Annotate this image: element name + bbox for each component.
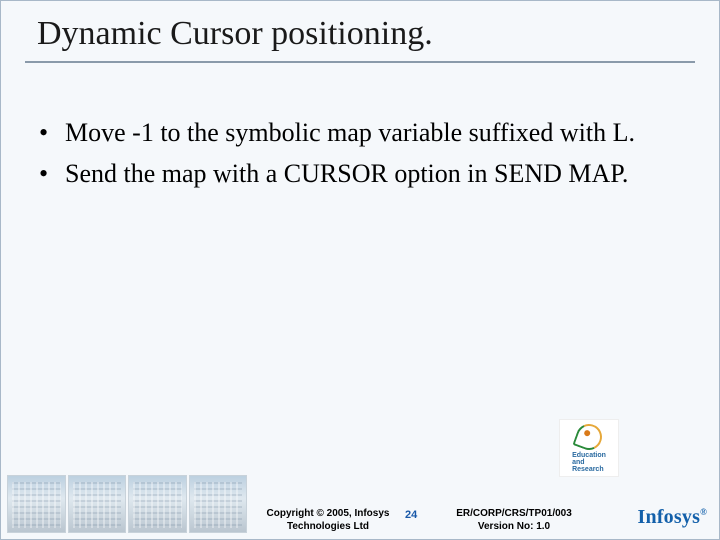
docref-block: ER/CORP/CRS/TP01/003 Version No: 1.0 bbox=[449, 508, 579, 533]
bullet-item: Move -1 to the symbolic map variable suf… bbox=[37, 117, 683, 150]
doc-ref: ER/CORP/CRS/TP01/003 bbox=[449, 508, 579, 521]
copyright-line: Technologies Ltd bbox=[253, 521, 403, 534]
edu-logo-text: Education and Research bbox=[572, 452, 606, 473]
page-number: 24 bbox=[405, 509, 417, 521]
bullet-item: Send the map with a CURSOR option in SEN… bbox=[37, 158, 683, 191]
slide-title: Dynamic Cursor positioning. bbox=[1, 1, 719, 61]
infosys-logo: Infosys® bbox=[638, 506, 707, 529]
copyright-line: Copyright © 2005, Infosys bbox=[253, 508, 403, 521]
education-research-logo: Education and Research bbox=[559, 419, 619, 477]
slide: Dynamic Cursor positioning. Move -1 to t… bbox=[1, 1, 719, 539]
building-image bbox=[128, 475, 187, 533]
bullet-list: Move -1 to the symbolic map variable suf… bbox=[37, 117, 683, 190]
edu-line: Education bbox=[572, 452, 606, 459]
building-image bbox=[68, 475, 127, 533]
version-no: Version No: 1.0 bbox=[449, 521, 579, 534]
copyright-block: Copyright © 2005, Infosys Technologies L… bbox=[253, 508, 403, 533]
content-area: Move -1 to the symbolic map variable suf… bbox=[1, 63, 719, 190]
infosys-text: Infosys bbox=[638, 506, 701, 528]
swirl-icon bbox=[572, 420, 605, 453]
building-image bbox=[189, 475, 248, 533]
footer: Copyright © 2005, Infosys Technologies L… bbox=[1, 461, 719, 539]
edu-line: and bbox=[572, 459, 584, 466]
decorative-buildings bbox=[7, 475, 247, 533]
edu-line: Research bbox=[572, 466, 604, 473]
registered-icon: ® bbox=[700, 507, 707, 517]
building-image bbox=[7, 475, 66, 533]
